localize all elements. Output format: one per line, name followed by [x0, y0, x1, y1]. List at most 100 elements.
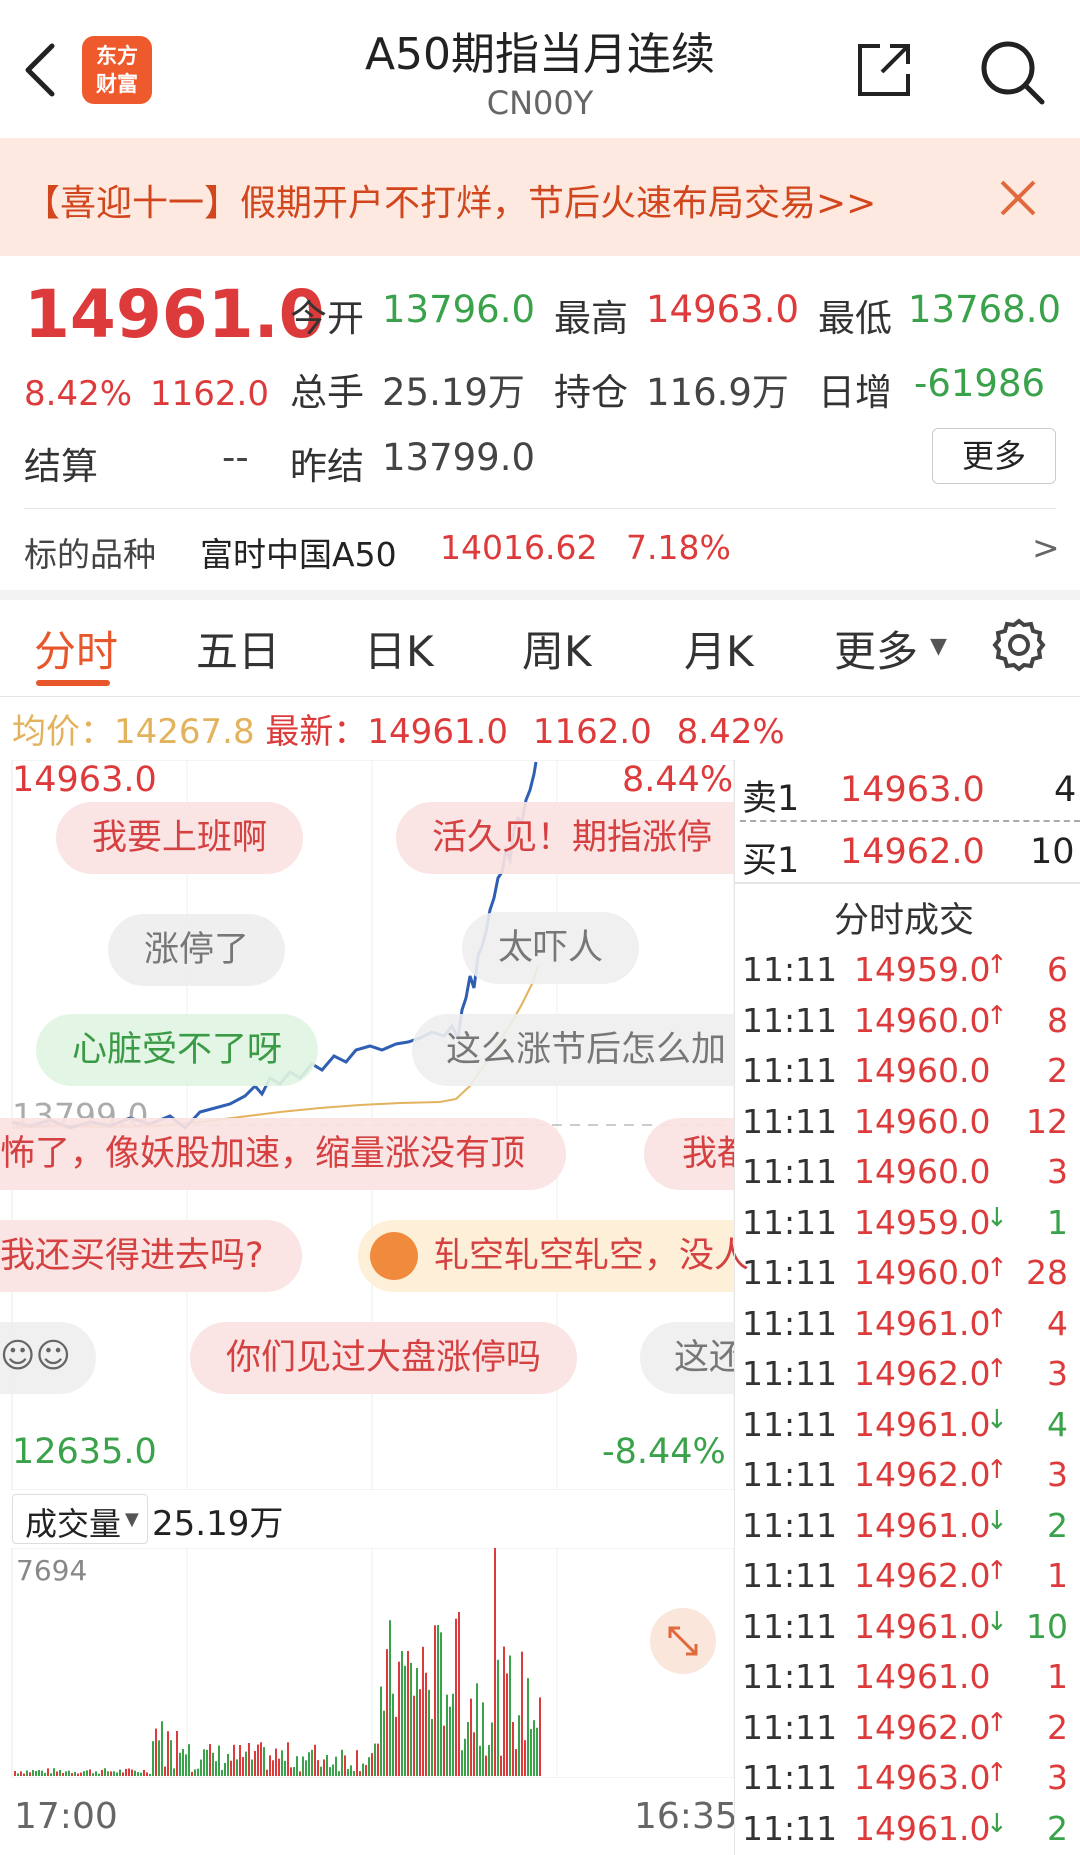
tab-daily-k[interactable]: 日K — [364, 618, 434, 679]
tab-intraday[interactable]: 分时 — [34, 618, 118, 679]
arrow-down-icon: ↓ — [986, 1202, 1008, 1233]
trade-qty: 10 — [1026, 1606, 1068, 1646]
volume-bar — [491, 1722, 493, 1776]
axis-bottom-pct: -8.44% — [602, 1432, 726, 1472]
tab-weekly-k[interactable]: 周K — [522, 618, 592, 679]
volume-bar — [32, 1770, 34, 1776]
trade-row: 11:11 14962.0 ↑ 1 — [740, 1550, 1080, 1600]
comment-bubble[interactable]: 太吓人 — [462, 912, 640, 984]
volume-bar — [71, 1773, 73, 1776]
underlying-pct: 7.18% — [626, 528, 731, 567]
expand-button[interactable] — [650, 1608, 716, 1674]
volume-bar — [473, 1732, 475, 1776]
close-icon[interactable] — [998, 178, 1038, 218]
trade-price: 14961.0 — [854, 1505, 991, 1545]
volume-bar — [356, 1750, 358, 1776]
trade-price: 14961.0 — [854, 1303, 991, 1343]
more-button[interactable]: 更多 — [932, 428, 1056, 484]
trade-qty: 6 — [1047, 950, 1068, 989]
volume-bar — [206, 1749, 208, 1776]
trade-time: 11:11 — [742, 1404, 838, 1444]
volume-bar — [83, 1771, 85, 1776]
volume-bar — [359, 1771, 361, 1776]
volume-bar — [335, 1756, 337, 1776]
share-icon[interactable] — [852, 38, 916, 102]
buy1-label: 买1 — [742, 841, 800, 881]
comment-bubble[interactable]: 怖了，像妖股加速，缩量涨没有顶 — [0, 1118, 566, 1190]
volume-bar — [38, 1769, 40, 1776]
volume-bar — [425, 1672, 427, 1776]
volume-bar — [161, 1721, 163, 1776]
volume-bar — [347, 1768, 349, 1776]
volume-bar — [422, 1646, 424, 1776]
volume-bar — [470, 1698, 472, 1776]
settings-gear-icon[interactable] — [990, 616, 1048, 674]
trade-qty: 3 — [1047, 1455, 1068, 1494]
instrument-code: CN00Y — [486, 84, 594, 122]
arrow-up-icon: ↑ — [986, 1000, 1008, 1031]
trade-price: 14960.0 — [854, 1152, 991, 1191]
volume-bar — [329, 1767, 331, 1776]
tab-five-day[interactable]: 五日 — [196, 618, 280, 679]
comment-bubble[interactable]: 你们见过大盘涨停吗 — [190, 1322, 578, 1394]
volume-bar — [401, 1651, 403, 1776]
volume-bar — [224, 1762, 226, 1776]
search-icon[interactable] — [976, 36, 1048, 108]
tab-monthly-k[interactable]: 月K — [684, 618, 754, 679]
volume-bar — [44, 1772, 46, 1776]
volume-bar — [251, 1759, 253, 1776]
volume-bar — [188, 1744, 190, 1776]
emoji-sticker-icon: ☺☺ — [0, 1336, 71, 1376]
latest-label: 最新： — [265, 712, 368, 752]
volume-bar — [281, 1750, 283, 1776]
volume-chart[interactable]: 7694 — [0, 1548, 734, 1778]
comment-bubble[interactable]: 涨停了 — [108, 914, 286, 986]
volume-bar — [461, 1750, 463, 1776]
sticker-bubble[interactable]: ☺☺ — [0, 1322, 96, 1394]
latest-value: 14961.0 — [367, 712, 509, 752]
comment-bubble[interactable]: 我都 — [644, 1118, 734, 1190]
volume-bar — [209, 1744, 211, 1776]
comment-bubble[interactable]: 我还买得进去吗? — [0, 1220, 302, 1292]
comment-bubble[interactable]: 这还 — [640, 1322, 734, 1394]
trade-time: 11:11 — [742, 1556, 838, 1595]
volume-bar — [176, 1730, 178, 1776]
promo-text[interactable]: 【喜迎十一】假期开户不打烊，节后火速布局交易>> — [24, 174, 876, 226]
volume-bar — [524, 1740, 526, 1776]
volume-bar — [254, 1750, 256, 1776]
trades-list[interactable]: 11:11 14959.0 ↑ 6 11:11 14960.0 ↑ 8 11:11 14960.0… — [740, 944, 1080, 1855]
trade-price: 14960.0 — [854, 1051, 991, 1090]
promo-banner[interactable]: 【喜迎十一】假期开户不打烊，节后火速布局交易>> — [0, 138, 1080, 256]
trade-price: 14961.0 — [854, 1808, 991, 1848]
comment-bubble[interactable]: 活久见！期指涨停 — [396, 802, 734, 874]
trade-time: 11:11 — [742, 1000, 838, 1040]
indicator-select[interactable]: 成交量 ▼ — [12, 1494, 148, 1544]
volume-bar — [365, 1765, 367, 1776]
comment-bubble-text: 轧空轧空轧空，没人 — [434, 1236, 750, 1276]
comment-bubble-with-avatar[interactable]: 轧空轧空轧空，没人 — [358, 1220, 749, 1292]
volume-bar — [143, 1769, 145, 1776]
comment-bubble[interactable]: 这么涨节后怎么加 — [412, 1014, 734, 1086]
trade-price: 14961.0 — [854, 1404, 991, 1444]
trade-time: 11:11 — [742, 1505, 838, 1545]
dropdown-caret-icon[interactable]: ▼ — [930, 634, 947, 659]
volume-bar — [374, 1743, 376, 1776]
chevron-right-icon[interactable]: > — [1032, 528, 1060, 567]
volume-bar — [233, 1744, 235, 1776]
underlying-name[interactable]: 富时中国A50 — [200, 528, 397, 576]
intraday-price-chart[interactable]: 14963.0 8.44% 13799.0 12635.0 -8.44% 我要上… — [0, 760, 749, 1490]
volume-bar — [194, 1769, 196, 1776]
volume-bar — [89, 1769, 91, 1776]
tab-more[interactable]: 更多 — [834, 618, 918, 679]
volume-bar — [146, 1772, 148, 1776]
volume-bar — [182, 1748, 184, 1776]
trade-time: 11:11 — [742, 1758, 838, 1797]
volume-value: 25.19万 — [382, 371, 525, 414]
latest-pct: 8.42% — [676, 712, 785, 752]
comment-bubble[interactable]: 心脏受不了呀 — [36, 1014, 319, 1086]
volume-bar — [302, 1756, 304, 1776]
volume-bar — [53, 1768, 55, 1776]
comment-bubble[interactable]: 我要上班啊 — [56, 802, 304, 874]
volume-bar — [515, 1749, 517, 1776]
sell1-price: 14963.0 — [840, 770, 985, 810]
